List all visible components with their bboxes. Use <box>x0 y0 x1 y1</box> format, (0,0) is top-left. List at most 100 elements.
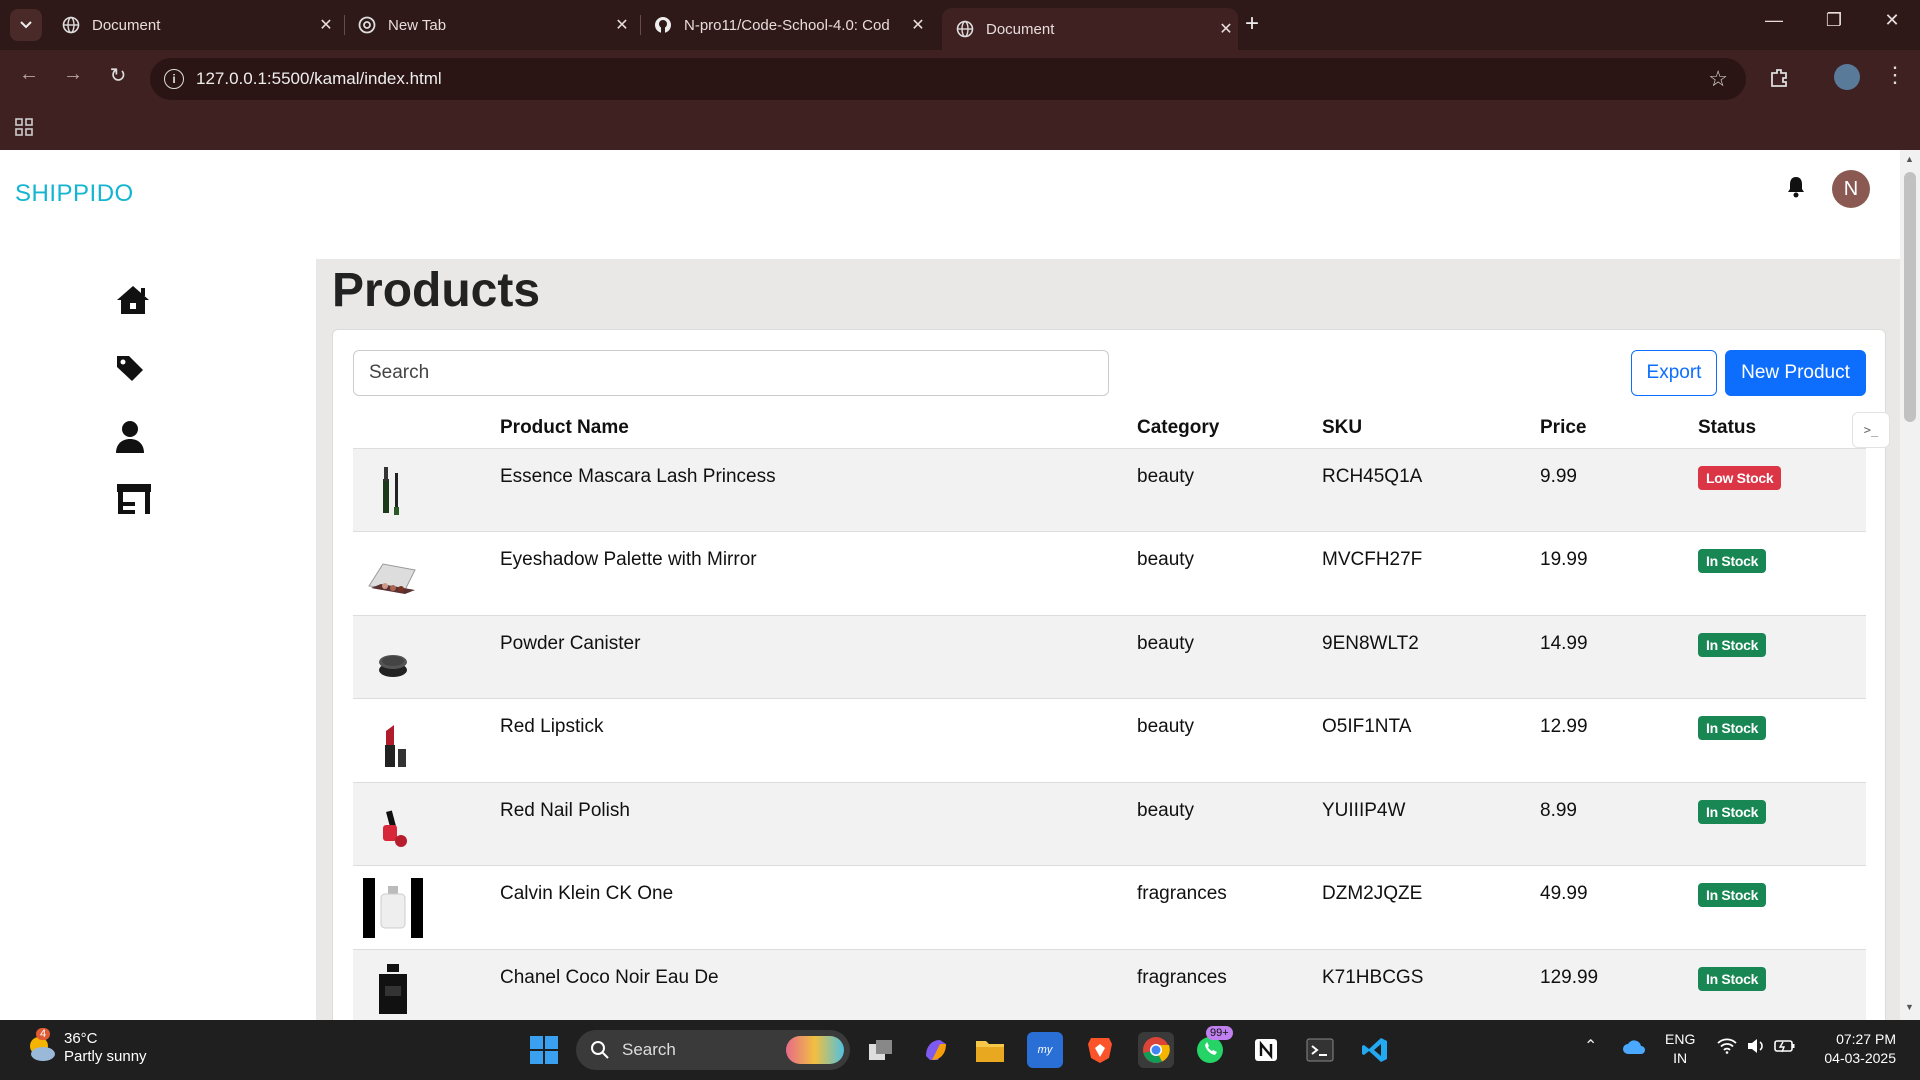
browser-tab[interactable]: N-pro11/Code-School-4.0: Cod ✕ <box>640 8 930 42</box>
volume-icon[interactable] <box>1746 1037 1766 1060</box>
product-image-cell <box>353 782 500 866</box>
product-sku: O5IF1NTA <box>1322 698 1540 783</box>
forward-button[interactable]: → <box>58 63 88 86</box>
url-text: 127.0.0.1:5500/kamal/index.html <box>196 69 442 88</box>
region: IN <box>1673 1050 1688 1066</box>
whatsapp-icon[interactable]: 99+ <box>1192 1026 1233 1068</box>
brave-icon[interactable] <box>1082 1032 1118 1068</box>
chrome-icon <box>358 16 376 34</box>
table-row[interactable]: Powder Canister beauty 9EN8WLT2 14.99 In… <box>353 615 1866 699</box>
time: 07:27 PM <box>1836 1031 1896 1047</box>
copilot-icon[interactable] <box>918 1032 954 1068</box>
user-avatar[interactable]: N <box>1832 170 1870 208</box>
column-header-category[interactable]: Category <box>1137 408 1322 449</box>
clock[interactable]: 07:27 PM 04-03-2025 <box>1812 1030 1896 1068</box>
nail-polish-image <box>383 809 407 847</box>
status-cell: In Stock <box>1698 865 1866 950</box>
wifi-icon[interactable] <box>1717 1038 1737 1059</box>
close-icon[interactable]: ✕ <box>906 15 930 35</box>
mylp-app-icon[interactable]: my <box>1027 1032 1063 1068</box>
taskbar: 4 36°C Partly sunny Search my 99+ ⌃ ENG … <box>0 1020 1920 1080</box>
terminal-icon[interactable] <box>1302 1032 1338 1068</box>
extensions-icon[interactable] <box>1768 66 1790 93</box>
column-header-price[interactable]: Price <box>1540 408 1698 449</box>
address-toolbar: ← → ↻ i 127.0.0.1:5500/kamal/index.html … <box>0 50 1920 108</box>
profile-avatar[interactable] <box>1834 64 1860 90</box>
table-row[interactable]: Calvin Klein CK One fragrances DZM2JQZE … <box>353 865 1866 950</box>
user-icon[interactable] <box>115 420 145 459</box>
table-row[interactable]: Chanel Coco Noir Eau De fragrances K71HB… <box>353 949 1866 1020</box>
weather-widget[interactable]: 4 36°C Partly sunny <box>24 1028 147 1066</box>
menu-icon[interactable]: ⋮ <box>1884 62 1906 88</box>
site-info-icon[interactable]: i <box>164 69 184 89</box>
status-badge: In Stock <box>1698 966 1767 991</box>
onedrive-icon[interactable] <box>1622 1039 1646 1060</box>
status-cell: In Stock <box>1698 698 1866 783</box>
chevron-up-icon[interactable]: ⌃ <box>1584 1036 1597 1056</box>
export-button[interactable]: Export <box>1631 350 1717 396</box>
tab-title: N-pro11/Code-School-4.0: Cod <box>684 16 890 34</box>
perfume-bottle-image <box>363 878 423 938</box>
language-indicator[interactable]: ENG IN <box>1665 1030 1695 1068</box>
store-icon[interactable] <box>115 482 153 521</box>
minimize-button[interactable]: — <box>1754 10 1794 31</box>
product-sku: K71HBCGS <box>1322 949 1540 1020</box>
table-row[interactable]: Eyeshadow Palette with Mirror beauty MVC… <box>353 531 1866 616</box>
status-badge: Low Stock <box>1698 465 1782 490</box>
task-view-icon[interactable] <box>863 1032 899 1068</box>
product-price: 49.99 <box>1540 865 1698 950</box>
close-icon[interactable]: ✕ <box>610 15 634 35</box>
star-icon[interactable]: ☆ <box>1708 66 1728 92</box>
brand-logo[interactable]: SHIPPIDO <box>15 180 134 208</box>
bell-icon[interactable] <box>1786 176 1806 203</box>
product-price: 12.99 <box>1540 698 1698 783</box>
home-icon[interactable] <box>115 284 151 321</box>
file-explorer-icon[interactable] <box>972 1032 1008 1068</box>
status-cell: In Stock <box>1698 615 1866 699</box>
status-badge: In Stock <box>1698 883 1767 907</box>
scrollbar-thumb[interactable] <box>1904 172 1916 422</box>
address-bar[interactable]: i 127.0.0.1:5500/kamal/index.html ☆ <box>150 58 1746 100</box>
vscode-icon[interactable] <box>1357 1032 1393 1068</box>
search-input[interactable] <box>353 350 1109 396</box>
devtools-widget[interactable]: >_ <box>1852 412 1890 448</box>
new-tab-button[interactable]: + <box>1245 10 1259 38</box>
new-product-button[interactable]: New Product <box>1725 350 1866 396</box>
notion-icon[interactable] <box>1248 1032 1284 1068</box>
column-header-product-name[interactable]: Product Name <box>500 408 1137 449</box>
close-icon[interactable]: ✕ <box>1214 19 1238 39</box>
product-sku: DZM2JQZE <box>1322 865 1540 950</box>
scroll-up-arrow[interactable]: ▲ <box>1905 154 1914 164</box>
start-button[interactable] <box>526 1032 562 1068</box>
battery-icon[interactable] <box>1774 1038 1796 1059</box>
column-header-image <box>353 408 500 449</box>
browser-tab[interactable]: New Tab ✕ <box>344 8 634 42</box>
column-header-sku[interactable]: SKU <box>1322 408 1540 449</box>
products-card: Export New Product Product Name Category… <box>332 329 1886 1020</box>
mascara-image <box>383 466 399 515</box>
reload-button[interactable]: ↻ <box>103 63 133 88</box>
chevron-down-icon <box>20 21 32 29</box>
close-window-button[interactable]: ✕ <box>1872 10 1912 31</box>
product-category: beauty <box>1137 782 1322 866</box>
taskbar-search[interactable]: Search <box>576 1030 850 1070</box>
table-row[interactable]: Red Nail Polish beauty YUIIIP4W 8.99 In … <box>353 782 1866 866</box>
browser-tab[interactable]: Document ✕ <box>48 8 338 42</box>
back-button[interactable]: ← <box>14 63 44 86</box>
apps-grid-icon[interactable] <box>15 118 33 141</box>
chrome-taskbar-icon[interactable] <box>1138 1032 1174 1068</box>
product-price: 9.99 <box>1540 448 1698 532</box>
close-icon[interactable]: ✕ <box>314 15 338 35</box>
scrollbar[interactable]: ▲ ▼ <box>1900 150 1920 1020</box>
product-name: Red Nail Polish <box>500 782 1137 866</box>
table-row[interactable]: Red Lipstick beauty O5IF1NTA 12.99 In St… <box>353 698 1866 783</box>
browser-tab-active[interactable]: Document ✕ <box>942 8 1238 50</box>
restore-button[interactable]: ❐ <box>1814 10 1854 31</box>
table-row[interactable]: Essence Mascara Lash Princess beauty RCH… <box>353 448 1866 532</box>
scroll-down-arrow[interactable]: ▼ <box>1905 1002 1914 1012</box>
tab-search-button[interactable] <box>10 9 42 41</box>
tab-title: Document <box>986 20 1055 38</box>
github-icon <box>654 16 672 34</box>
tag-icon[interactable] <box>115 354 145 387</box>
column-header-status[interactable]: Status <box>1698 408 1866 449</box>
